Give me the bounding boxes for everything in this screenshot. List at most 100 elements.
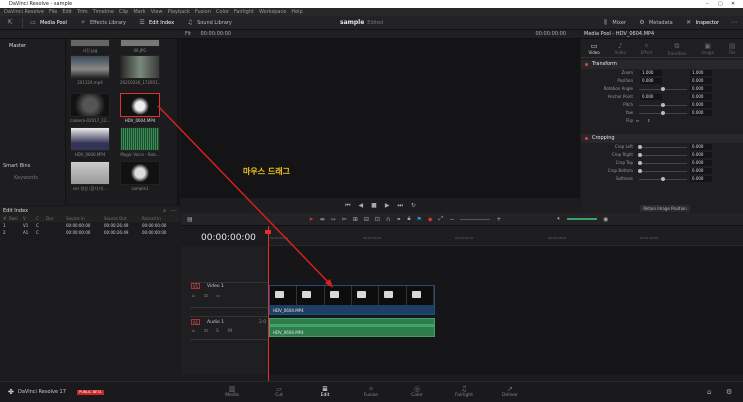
crop-bottom-slider[interactable] — [639, 171, 687, 172]
media-pool-scrollbar[interactable] — [177, 39, 180, 205]
slider-knob[interactable] — [638, 169, 642, 173]
mixer-button[interactable]: ⫼ Mixer — [595, 16, 632, 30]
auto-select-icon[interactable]: ⊡ — [204, 329, 208, 334]
page-deliver[interactable]: ➚ Deliver — [495, 385, 525, 398]
clip-thumbnail[interactable]: 06.JPG — [120, 39, 160, 53]
page-edit[interactable]: ≣ Edit — [310, 385, 340, 398]
zoom-y-field[interactable]: 1.000 — [690, 70, 712, 76]
solo-icon[interactable]: S — [216, 329, 219, 334]
clip-thumbnail[interactable]: Magic Voice - Bub... — [120, 127, 160, 157]
page-cut[interactable]: ▱ Cut — [264, 385, 294, 398]
softness-field[interactable]: 0.000 — [690, 176, 712, 182]
mute-icon[interactable]: M — [228, 329, 232, 334]
insert-clip-icon[interactable]: ⊞ — [353, 216, 358, 223]
flag-icon[interactable]: ⚑ — [417, 216, 422, 223]
audio-track-badge[interactable]: A1 — [191, 319, 200, 325]
tab-audio[interactable]: ♪ Audio — [615, 42, 626, 57]
audio-meter-icon[interactable]: ◉ — [603, 216, 608, 223]
tab-image[interactable]: ▣ Image — [701, 42, 714, 57]
table-row[interactable]: 2 A1 C 00:00:00:00 00:00:26:49 00:00:00:… — [0, 229, 180, 236]
crop-right-field[interactable]: 0.000 — [690, 152, 712, 158]
position-y-field[interactable]: 0.000 — [690, 78, 712, 84]
zoom-x-field[interactable]: 1.000 — [640, 70, 662, 76]
flip-horizontal-icon[interactable]: ⇔ — [636, 117, 639, 125]
lock-icon[interactable]: ⌂ — [192, 294, 195, 299]
minimize-icon[interactable]: – — [706, 0, 709, 8]
video-clip[interactable]: HDV_0604.MP4 — [269, 285, 435, 315]
video-monitor-icon[interactable]: ▭ — [216, 294, 220, 299]
anchor-y-field[interactable]: 0.000 — [690, 94, 712, 100]
timeline-ruler[interactable]: 00:00:00:00 00:00:16:00 00:00:32:00 00:0… — [268, 226, 743, 246]
play-icon[interactable]: ▶ — [385, 202, 390, 209]
crop-top-slider[interactable] — [639, 163, 687, 164]
slider-knob[interactable] — [661, 111, 665, 115]
page-fairlight[interactable]: ♫ Fairlight — [449, 385, 479, 398]
column-header[interactable]: Source In — [66, 215, 104, 222]
effects-library-button[interactable]: ✧ Effects Library — [73, 16, 132, 30]
rotation-field[interactable]: 0.000 — [690, 86, 712, 92]
dynamic-trim-icon[interactable]: ⇿ — [331, 216, 336, 223]
metadata-button[interactable]: ⚙ Metadata — [632, 16, 679, 30]
zoom-slider[interactable] — [460, 218, 491, 220]
speaker-icon[interactable]: 🔈︎ — [557, 215, 561, 223]
menu-item[interactable]: Workspace — [259, 8, 286, 16]
crop-left-field[interactable]: 0.000 — [690, 144, 712, 150]
clip-thumbnail[interactable]: 사진.jpg — [70, 39, 110, 54]
skip-end-icon[interactable]: ⏭ — [397, 202, 402, 210]
column-header[interactable]: Source Out — [104, 215, 142, 222]
timeline-view-options-icon[interactable]: ▤ — [187, 216, 193, 223]
selection-tool-icon[interactable]: ➤ — [309, 216, 314, 223]
timeline-timecode[interactable]: 00:00:00:00 — [201, 233, 256, 243]
viewer-zoom-select[interactable]: Fit — [185, 31, 191, 37]
playhead[interactable] — [268, 226, 269, 381]
clip-thumbnail[interactable]: camera-02017_12... — [70, 93, 110, 123]
retain-image-position-button[interactable]: Retain Image Position — [640, 205, 690, 212]
page-color[interactable]: ◎ Color — [402, 385, 432, 398]
flip-vertical-icon[interactable]: ⇕ — [647, 117, 650, 125]
slider-knob[interactable] — [661, 103, 665, 107]
menu-item[interactable]: Help — [291, 8, 302, 16]
page-media[interactable]: ▥ Media — [217, 385, 247, 398]
close-icon[interactable]: ✕ — [731, 0, 735, 8]
trim-tool-icon[interactable]: ⇹ — [320, 216, 325, 223]
table-row[interactable]: 1 V1 C 00:00:00:00 00:00:26:49 00:00:00:… — [0, 222, 180, 229]
lock-icon[interactable]: ⌂ — [192, 329, 195, 334]
position-lock-icon[interactable]: 🔒︎ — [407, 215, 410, 223]
tab-transition[interactable]: ⧉ Transition — [667, 42, 686, 57]
slider-knob[interactable] — [638, 145, 642, 149]
source-viewer[interactable] — [181, 39, 580, 198]
column-header[interactable]: V — [23, 215, 36, 222]
playhead-handle[interactable] — [265, 230, 271, 234]
inspector-button[interactable]: ✕ Inspector — [679, 16, 725, 30]
more-options-button[interactable]: ⋯ — [725, 16, 743, 30]
clip-thumbnail-selected[interactable]: HDV_0604.MP4 — [120, 93, 160, 123]
slider-knob[interactable] — [661, 177, 665, 181]
clip-thumbnail[interactable]: 201124.mp4 — [70, 55, 110, 85]
crop-bottom-field[interactable]: 0.000 — [690, 168, 712, 174]
column-header[interactable]: Reel — [9, 215, 23, 222]
edit-index-button[interactable]: ☰ Edit Index — [132, 16, 180, 30]
more-icon[interactable]: ⋯ — [171, 207, 176, 215]
column-header[interactable]: Dur — [46, 215, 66, 222]
expand-toolbar-button[interactable]: ⇱ — [0, 16, 22, 30]
anchor-x-field[interactable]: 0.000 — [640, 94, 662, 100]
skip-start-icon[interactable]: ⏮ — [345, 202, 350, 210]
bin-master[interactable]: Master — [0, 39, 65, 53]
gear-icon[interactable]: ⚙ — [726, 388, 732, 396]
position-x-field[interactable]: 0.000 — [640, 78, 662, 84]
crop-right-slider[interactable] — [639, 155, 687, 156]
sound-library-button[interactable]: ♫ Sound Library — [180, 16, 238, 30]
linked-selection-icon[interactable]: ⚭ — [396, 216, 401, 223]
tab-effect[interactable]: ✧ Effect — [641, 42, 653, 57]
audio-clip[interactable]: HDV_0604.MP4 — [269, 318, 435, 337]
column-header[interactable]: # — [0, 215, 9, 222]
page-fusion[interactable]: ✧ Fusion — [356, 385, 386, 398]
loop-icon[interactable]: ↻ — [411, 202, 416, 209]
slider-knob[interactable] — [661, 87, 665, 91]
stop-icon[interactable]: ■ — [371, 202, 377, 209]
zoom-full-icon[interactable]: ⤢ — [439, 215, 444, 223]
clip-thumbnail[interactable]: ver 영상 (합치기)... — [70, 161, 110, 192]
home-icon[interactable]: ⌂ — [707, 388, 711, 396]
volume-slider[interactable] — [567, 218, 598, 220]
clip-thumbnail[interactable]: 20210226_172951... — [120, 55, 160, 85]
